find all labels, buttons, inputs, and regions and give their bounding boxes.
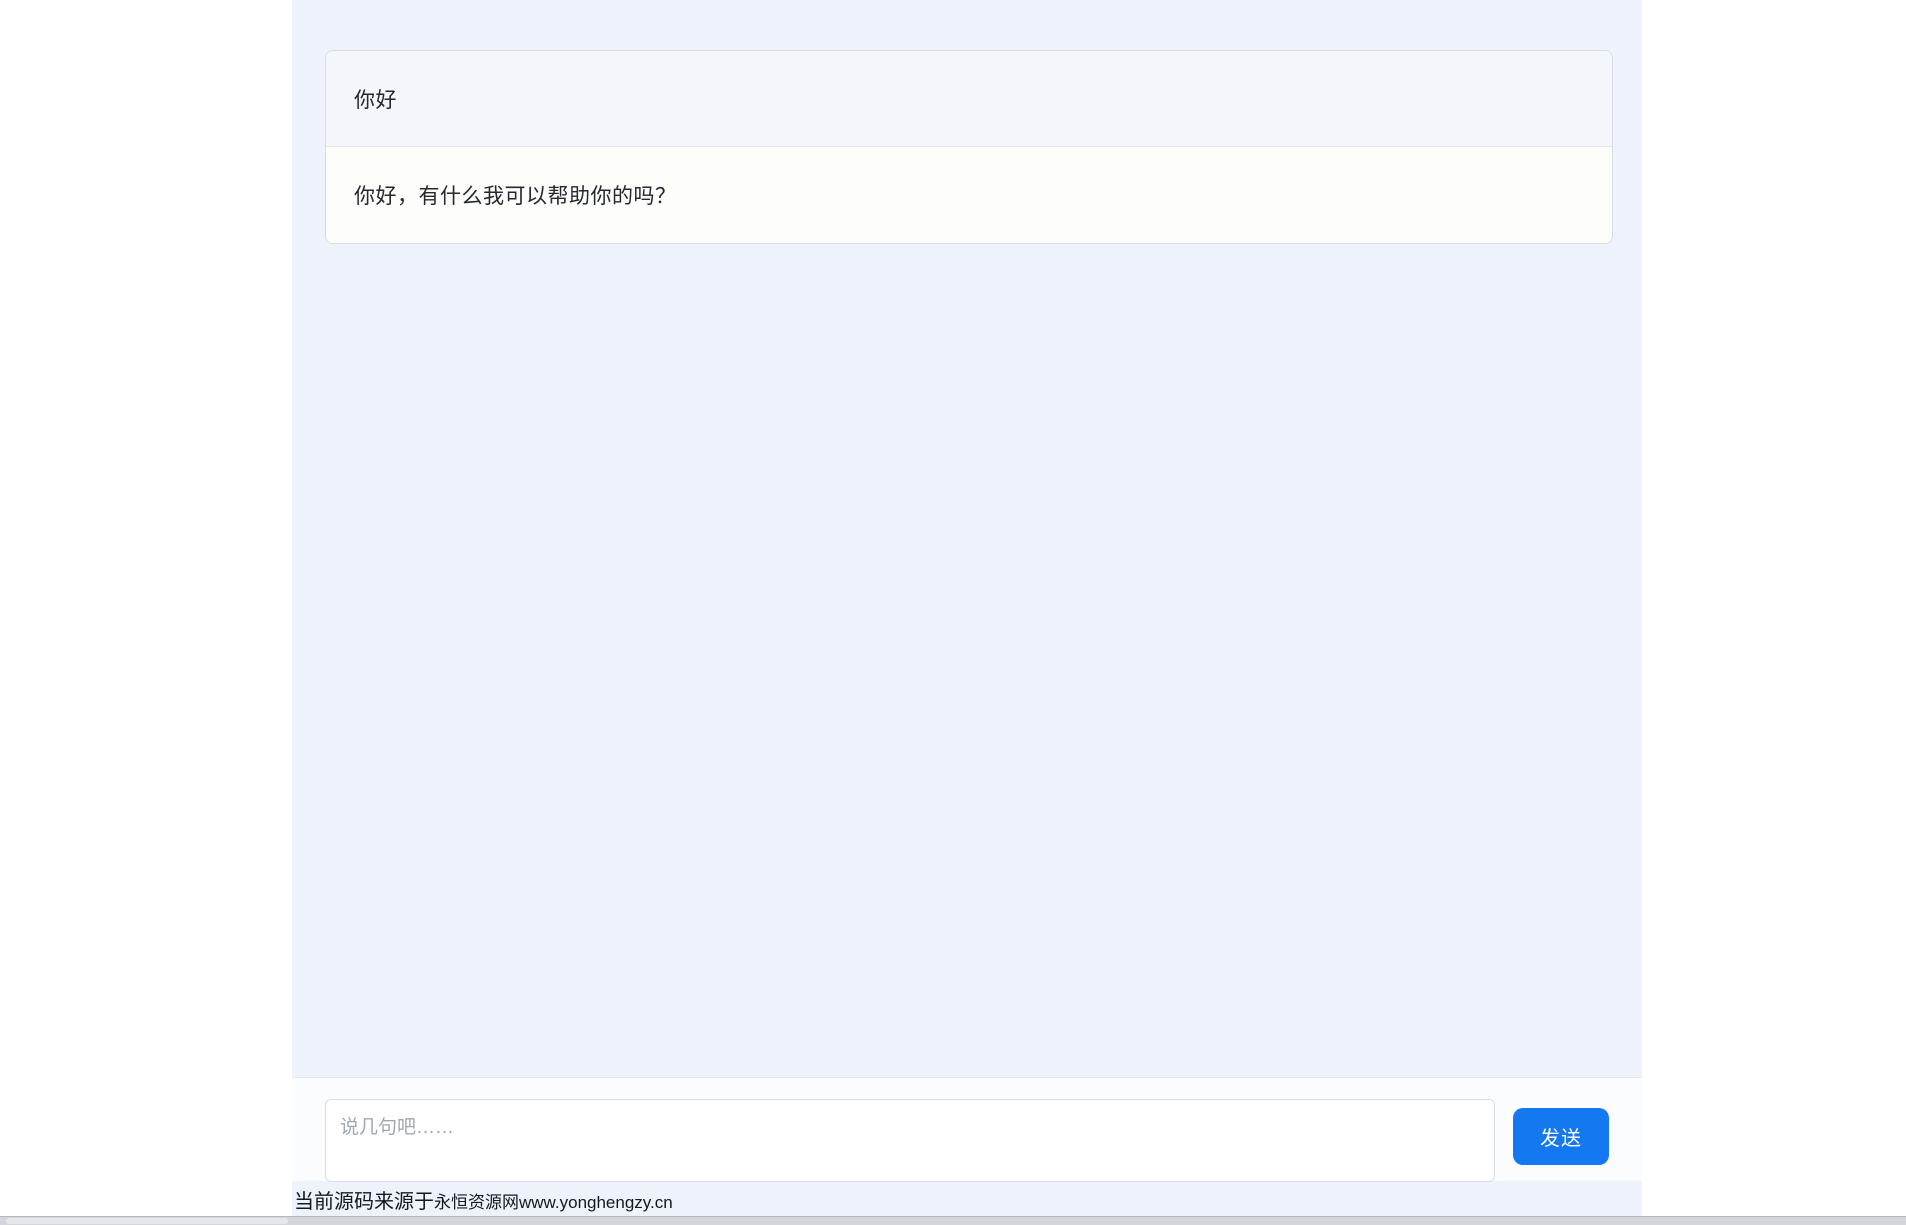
horizontal-scrollbar-thumb[interactable] — [6, 1218, 288, 1224]
assistant-message-row: 你好，有什么我可以帮助你的吗？ — [326, 147, 1612, 243]
composer-bar: 发送 — [292, 1077, 1642, 1181]
chat-message-card: 你好 你好，有什么我可以帮助你的吗？ — [325, 50, 1613, 244]
attribution-prefix-text: 当前源码来源于 — [294, 1191, 434, 1213]
message-input[interactable] — [325, 1099, 1495, 1182]
chat-column: 你好 你好，有什么我可以帮助你的吗？ 发送 当前源码来源于永恒资源网www.yo… — [292, 0, 1642, 1225]
user-message-row: 你好 — [326, 51, 1612, 147]
attribution-source-text: 永恒资源网www.yonghengzy.cn — [434, 1193, 673, 1212]
page-viewport: 你好 你好，有什么我可以帮助你的吗？ 发送 当前源码来源于永恒资源网www.yo… — [0, 0, 1906, 1225]
assistant-message-text: 你好，有什么我可以帮助你的吗？ — [354, 180, 677, 210]
source-attribution: 当前源码来源于永恒资源网www.yonghengzy.cn — [294, 1188, 673, 1218]
horizontal-scrollbar[interactable] — [0, 1216, 1906, 1225]
user-message-text: 你好 — [354, 84, 397, 114]
send-button[interactable]: 发送 — [1513, 1108, 1609, 1165]
